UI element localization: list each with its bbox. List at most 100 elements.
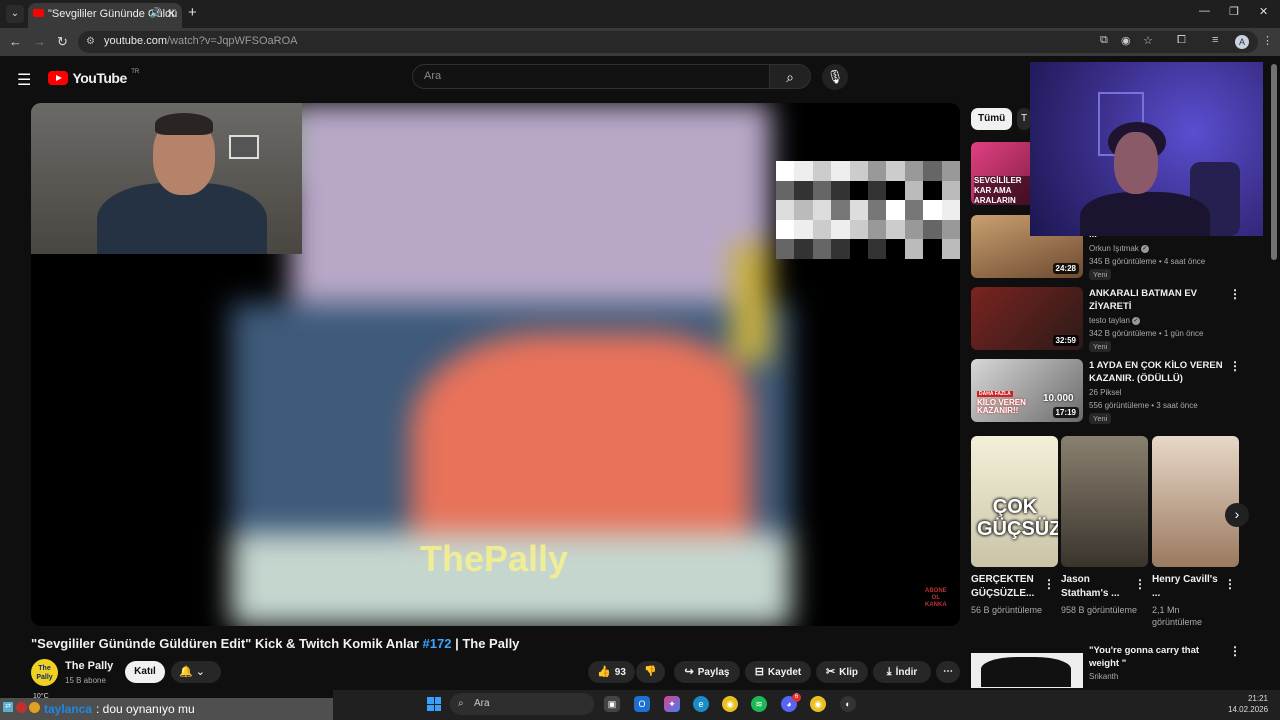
youtube-logo[interactable]: YouTube TR [48,69,140,86]
join-button[interactable]: Katıl [125,661,165,683]
chip-all[interactable]: Tümü [971,108,1013,130]
more-actions-button[interactable]: ⋯ [936,661,960,683]
microphone-icon[interactable]: 🎙 [822,64,848,90]
recommendation-title-last[interactable]: "You're gonna carry that weight " [1089,644,1224,670]
chevron-right-icon[interactable]: › [1225,503,1249,527]
like-button[interactable]: 👍 93 [588,661,635,683]
verified-check-icon: ✓ [1140,244,1149,253]
duration-badge: 24:28 [1052,263,1079,274]
short-caption: ÇOK GÜÇSÜZ [977,496,1058,540]
short-views-2: 2,1 Mn görüntüleme [1152,605,1203,627]
more-options-icon[interactable]: ⋮ [1134,577,1146,591]
bookmark-star-icon[interactable]: ☆ [1143,34,1153,47]
page-scrollbar[interactable] [1271,64,1277,260]
clip-label: Klip [839,667,859,678]
extensions-icon[interactable]: ⧠ [1177,34,1186,47]
short-title-2[interactable]: Henry Cavill's ... [1152,573,1222,601]
reload-icon[interactable]: ↻ [57,34,68,50]
close-window-icon[interactable]: ✕ [1259,5,1268,18]
more-options-icon[interactable]: ⋮ [1224,577,1236,591]
recommendation-thumbnail-3[interactable]: DAHA FAZLA KİLO VEREN KAZANIR!! 10.000 1… [971,359,1083,422]
recommendation-title-2[interactable]: ANKARALI BATMAN EV ZİYARETİ [1089,287,1224,313]
like-count: 93 [614,667,626,678]
minimize-icon[interactable]: — [1199,5,1210,17]
search-icon: ⌕ [458,698,464,709]
save-button[interactable]: ⊟ Kaydet [745,661,811,683]
install-app-icon[interactable]: ⧉ [1100,34,1108,47]
download-button[interactable]: ⤓ İndir [873,661,931,683]
profile-avatar[interactable]: A [1235,35,1249,49]
chrome-icon[interactable]: ◉ [722,696,738,712]
tab-search-button[interactable]: ⌄ [6,5,24,23]
back-arrow-icon[interactable]: ← [9,34,22,49]
recommendation-channel-last[interactable]: Srikanth [1089,672,1118,681]
subscribe-corner-logo: ABONE OL KANKA [925,588,947,608]
video-player[interactable]: ThePally ABONE OL KANKA [31,103,960,626]
more-options-icon[interactable]: ⋮ [1229,287,1241,301]
thumb-caption-small: DAHA FAZLA [977,391,1013,397]
recommendation-channel-3[interactable]: 26 Piksel [1089,388,1121,397]
chevron-down-icon: ⌄ [195,666,205,678]
new-badge: Yeni [1089,341,1112,352]
site-info-icon[interactable]: ⚙ [86,36,95,47]
restore-icon[interactable]: ❐ [1229,5,1239,18]
hamburger-menu-icon[interactable]: ☰ [17,70,31,90]
short-thumbnail-0[interactable]: ÇOK GÜÇSÜZ [971,436,1058,567]
task-view-icon[interactable]: ▣ [604,696,620,712]
reading-list-icon[interactable]: ≡ [1212,34,1218,46]
outlook-icon[interactable]: O [634,696,650,712]
spotify-icon[interactable]: ≋ [751,696,767,712]
search-input[interactable]: Ara [412,64,770,89]
search-icon[interactable]: ⌕ [769,64,811,89]
browser-tab-active[interactable]: "Sevgililer Gününde Güldü 🔊 ✕ [28,3,182,28]
channel-avatar[interactable]: The Pally [31,659,58,686]
scissors-icon: ✂ [825,666,836,678]
url-host: youtube.com [104,35,167,47]
country-code: TR [131,69,140,75]
recommendation-title-3[interactable]: 1 AYDA EN ÇOK KİLO VEREN KAZANIR. (ÖDÜLL… [1089,359,1224,385]
chat-platform-icon: ⇄ [3,702,13,712]
speaker-icon[interactable]: 🔊 [150,3,162,25]
url-text[interactable]: youtube.com/watch?v=JqpWFSOaROA [104,35,298,47]
more-options-icon[interactable]: ⋮ [1229,644,1241,658]
windows-start-icon[interactable] [427,697,441,711]
clip-button[interactable]: ✂ Klip [816,661,868,683]
edge-icon[interactable]: e [693,696,709,712]
bookmark-icon: ⊟ [754,666,764,678]
short-thumbnail-2[interactable] [1152,436,1239,567]
copilot-icon[interactable]: ✦ [664,696,680,712]
app-icon[interactable]: ◐ [840,696,856,712]
verified-check-icon: ✓ [1131,316,1140,325]
chrome-active-icon[interactable]: ◉ [810,696,826,712]
youtube-play-icon [48,70,68,85]
forward-arrow-icon[interactable]: → [33,34,46,49]
chip-second[interactable]: T [1017,108,1031,130]
thumbs-up-icon: 👍 [597,666,611,678]
recommendation-thumbnail-last[interactable] [971,653,1083,688]
short-title-1[interactable]: Jason Statham's ... [1061,573,1131,601]
recommendation-meta-1: 345 B görüntüleme • 4 saat önce [1089,257,1206,266]
new-tab-button[interactable]: + [188,4,197,21]
thumb-caption: KİLO VEREN KAZANIR!! [977,398,1026,415]
eye-off-icon[interactable]: ◉ [1121,34,1131,47]
recommendation-thumbnail-2[interactable]: 32:59 [971,287,1083,350]
system-clock[interactable]: 21:21 14.02.2026 [1228,693,1268,715]
close-tab-icon[interactable]: ✕ [167,3,176,25]
overlay-webcam [1030,62,1263,236]
video-title: "Sevgililer Gününde Güldüren Edit" Kick … [31,636,519,651]
share-button[interactable]: ↪ Paylaş [674,661,740,683]
recommendation-channel-1[interactable]: Orkun Işıtmak ✓ [1089,244,1149,253]
channel-name[interactable]: The Pally [65,660,113,672]
short-title-0[interactable]: GERÇEKTEN GÜÇSÜZLE... [971,573,1041,601]
taskbar-search[interactable]: ⌕ Ara [450,693,594,715]
short-thumbnail-1[interactable] [1061,436,1148,567]
omnibox[interactable]: ⚙ youtube.com/watch?v=JqpWFSOaROA [78,31,1258,53]
more-options-icon[interactable]: ⋮ [1229,359,1241,373]
browser-menu-icon[interactable]: ⋮ [1262,34,1273,47]
notification-bell-button[interactable]: 🔔 ⌄ [171,661,221,683]
dislike-button[interactable]: 👎 [636,661,665,683]
more-options-icon[interactable]: ⋮ [1043,577,1055,591]
title-hashtag[interactable]: #172 [423,636,452,651]
recommendation-channel-2[interactable]: testo taylan ✓ [1089,316,1140,325]
clock-date: 14.02.2026 [1228,705,1269,714]
